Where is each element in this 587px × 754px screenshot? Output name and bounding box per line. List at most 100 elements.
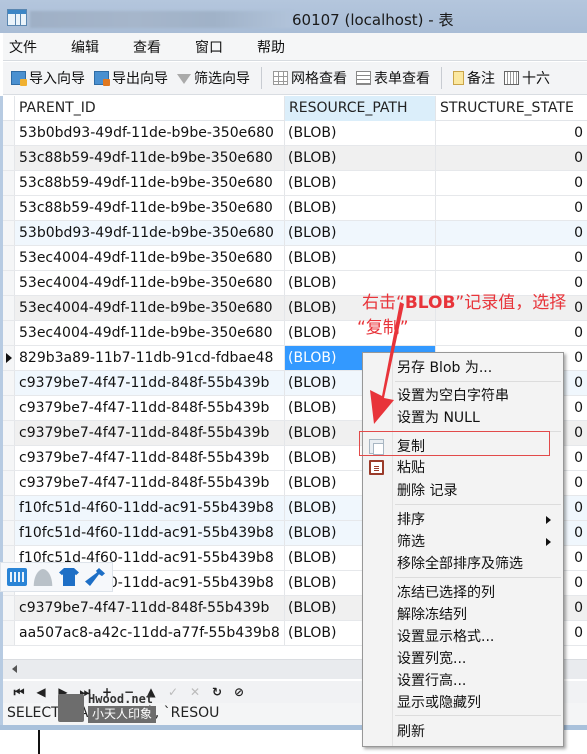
cell-parent-id[interactable]: f10fc51d-4f60-11dd-ac91-55b439b8 xyxy=(15,496,285,520)
row-indicator[interactable] xyxy=(3,196,15,220)
first-record-button[interactable]: ⏮ xyxy=(9,683,29,701)
refresh-button[interactable]: ↻ xyxy=(207,683,227,701)
cell-parent-id[interactable]: f10fc51d-4f60-11dd-ac91-55b439b8 xyxy=(15,521,285,545)
menu-item-refresh[interactable]: 刷新 xyxy=(363,721,563,743)
filter-wizard-button[interactable]: 筛选向导 xyxy=(174,68,253,88)
row-indicator[interactable] xyxy=(3,521,15,545)
table-row[interactable]: 53ec4004-49df-11de-b9be-350e680 (BLOB) 0 xyxy=(3,321,587,346)
cell-structure-state[interactable]: 0 xyxy=(436,146,587,170)
scroll-left-icon[interactable] xyxy=(12,665,17,673)
menu-help[interactable]: 帮助 xyxy=(249,37,293,57)
row-indicator[interactable] xyxy=(3,621,15,645)
cell-parent-id[interactable]: 53b0bd93-49df-11de-b9be-350e680 xyxy=(15,121,285,145)
toolbar-separator xyxy=(261,67,262,89)
discard-changes-button[interactable]: ✕ xyxy=(185,683,205,701)
stop-button[interactable]: ⊘ xyxy=(229,683,249,701)
menu-item-remove-all-sort-filter[interactable]: 移除全部排序及筛选 xyxy=(363,553,563,575)
row-indicator[interactable] xyxy=(3,296,15,320)
table-row[interactable]: 53c88b59-49df-11de-b9be-350e680 (BLOB) 0 xyxy=(3,196,587,221)
cell-parent-id[interactable]: 53ec4004-49df-11de-b9be-350e680 xyxy=(15,321,285,345)
column-header-structure-state[interactable]: STRUCTURE_STATE xyxy=(436,96,587,121)
wrench-settings-icon[interactable] xyxy=(85,568,105,586)
row-indicator[interactable] xyxy=(3,271,15,295)
menu-item-sort[interactable]: 排序 xyxy=(363,509,563,531)
menu-view[interactable]: 查看 xyxy=(125,37,169,57)
table-row[interactable]: 53b0bd93-49df-11de-b9be-350e680 (BLOB) 0 xyxy=(3,121,587,146)
menu-item-paste[interactable]: 粘贴 xyxy=(363,457,563,479)
cell-structure-state[interactable]: 0 xyxy=(436,221,587,245)
cell-structure-state[interactable]: 0 xyxy=(436,196,587,220)
cell-parent-id[interactable]: 53ec4004-49df-11de-b9be-350e680 xyxy=(15,296,285,320)
menu-item-set-row-height[interactable]: 设置行高... xyxy=(363,670,563,692)
row-indicator[interactable] xyxy=(3,371,15,395)
navicat-table-window: 60107 (localhost) - 表 文件 编辑 查看 窗口 帮助 导入向… xyxy=(0,0,587,754)
keyboard-icon[interactable] xyxy=(7,568,27,586)
row-indicator[interactable] xyxy=(3,496,15,520)
row-indicator[interactable] xyxy=(3,471,15,495)
menu-item-freeze-selected-column[interactable]: 冻结已选择的列 xyxy=(363,582,563,604)
column-header-parent-id[interactable]: PARENT_ID xyxy=(15,96,285,121)
cell-parent-id[interactable]: 53c88b59-49df-11de-b9be-350e680 xyxy=(15,146,285,170)
table-row[interactable]: 53c88b59-49df-11de-b9be-350e680 (BLOB) 0 xyxy=(3,146,587,171)
cell-structure-state[interactable]: 0 xyxy=(436,121,587,145)
grid-view-button[interactable]: 网格查看 xyxy=(270,68,350,88)
menu-item-delete-record[interactable]: 删除 记录 xyxy=(363,480,563,502)
menu-window[interactable]: 窗口 xyxy=(187,37,231,57)
watermark-caption: 小天人印象 xyxy=(88,706,157,723)
cell-parent-id[interactable]: 53ec4004-49df-11de-b9be-350e680 xyxy=(15,246,285,270)
table-row[interactable]: 53c88b59-49df-11de-b9be-350e680 (BLOB) 0 xyxy=(3,171,587,196)
cell-parent-id[interactable]: 829b3a89-11b7-11db-91cd-fdbae48 xyxy=(15,346,285,370)
row-indicator[interactable] xyxy=(3,346,15,370)
row-indicator[interactable] xyxy=(3,596,15,620)
row-indicator[interactable] xyxy=(3,246,15,270)
cell-parent-id[interactable]: c9379be7-4f47-11dd-848f-55b439b xyxy=(15,371,285,395)
cell-parent-id[interactable]: aa507ac8-a42c-11dd-a77f-55b439b8 xyxy=(15,621,285,645)
cell-parent-id[interactable]: c9379be7-4f47-11dd-848f-55b439b xyxy=(15,421,285,445)
cell-parent-id[interactable]: c9379be7-4f47-11dd-848f-55b439b xyxy=(15,446,285,470)
previous-record-button[interactable]: ◀ xyxy=(31,683,51,701)
row-indicator[interactable] xyxy=(3,121,15,145)
cell-structure-state[interactable]: 0 xyxy=(436,321,587,345)
note-button[interactable]: 备注 xyxy=(450,68,498,88)
cell-resource-path[interactable]: (BLOB) xyxy=(285,171,436,195)
cell-parent-id[interactable]: c9379be7-4f47-11dd-848f-55b439b xyxy=(15,396,285,420)
skin-shirt-icon[interactable] xyxy=(59,568,79,586)
cell-structure-state[interactable]: 0 xyxy=(436,246,587,270)
menu-item-unfreeze-columns[interactable]: 解除冻结列 xyxy=(363,604,563,626)
export-wizard-button[interactable]: 导出向导 xyxy=(91,68,171,88)
row-indicator[interactable] xyxy=(3,421,15,445)
menu-item-filter[interactable]: 筛选 xyxy=(363,531,563,553)
cell-parent-id[interactable]: 53c88b59-49df-11de-b9be-350e680 xyxy=(15,171,285,195)
table-row[interactable]: 53ec4004-49df-11de-b9be-350e680 (BLOB) 0 xyxy=(3,246,587,271)
menu-item-label: 删除 记录 xyxy=(397,483,458,499)
menu-item-label: 筛选 xyxy=(397,534,425,550)
row-indicator[interactable] xyxy=(3,446,15,470)
form-view-button[interactable]: 表单查看 xyxy=(353,68,433,88)
cell-parent-id[interactable]: 53ec4004-49df-11de-b9be-350e680 xyxy=(15,271,285,295)
cell-resource-path[interactable]: (BLOB) xyxy=(285,221,436,245)
column-header-resource-path[interactable]: RESOURCE_PATH xyxy=(285,96,436,121)
hex-button[interactable]: 十六 xyxy=(501,68,553,88)
cell-resource-path[interactable]: (BLOB) xyxy=(285,246,436,270)
menu-file[interactable]: 文件 xyxy=(3,37,45,57)
row-indicator[interactable] xyxy=(3,146,15,170)
row-indicator[interactable] xyxy=(3,396,15,420)
cell-parent-id[interactable]: c9379be7-4f47-11dd-848f-55b439b xyxy=(15,596,285,620)
cell-parent-id[interactable]: 53b0bd93-49df-11de-b9be-350e680 xyxy=(15,221,285,245)
menu-edit[interactable]: 编辑 xyxy=(63,37,107,57)
table-row[interactable]: 53b0bd93-49df-11de-b9be-350e680 (BLOB) 0 xyxy=(3,221,587,246)
cell-parent-id[interactable]: c9379be7-4f47-11dd-848f-55b439b xyxy=(15,471,285,495)
row-indicator[interactable] xyxy=(3,171,15,195)
row-indicator[interactable] xyxy=(3,321,15,345)
menu-item-set-display-format[interactable]: 设置显示格式... xyxy=(363,626,563,648)
cell-parent-id[interactable]: 53c88b59-49df-11de-b9be-350e680 xyxy=(15,196,285,220)
cell-resource-path[interactable]: (BLOB) xyxy=(285,196,436,220)
cell-resource-path[interactable]: (BLOB) xyxy=(285,121,436,145)
menu-item-show-hide-columns[interactable]: 显示或隐藏列 xyxy=(363,692,563,714)
user-icon[interactable] xyxy=(33,568,53,586)
row-indicator[interactable] xyxy=(3,221,15,245)
import-wizard-button[interactable]: 导入向导 xyxy=(8,68,88,88)
cell-resource-path[interactable]: (BLOB) xyxy=(285,146,436,170)
menu-item-set-column-width[interactable]: 设置列宽... xyxy=(363,648,563,670)
cell-structure-state[interactable]: 0 xyxy=(436,171,587,195)
